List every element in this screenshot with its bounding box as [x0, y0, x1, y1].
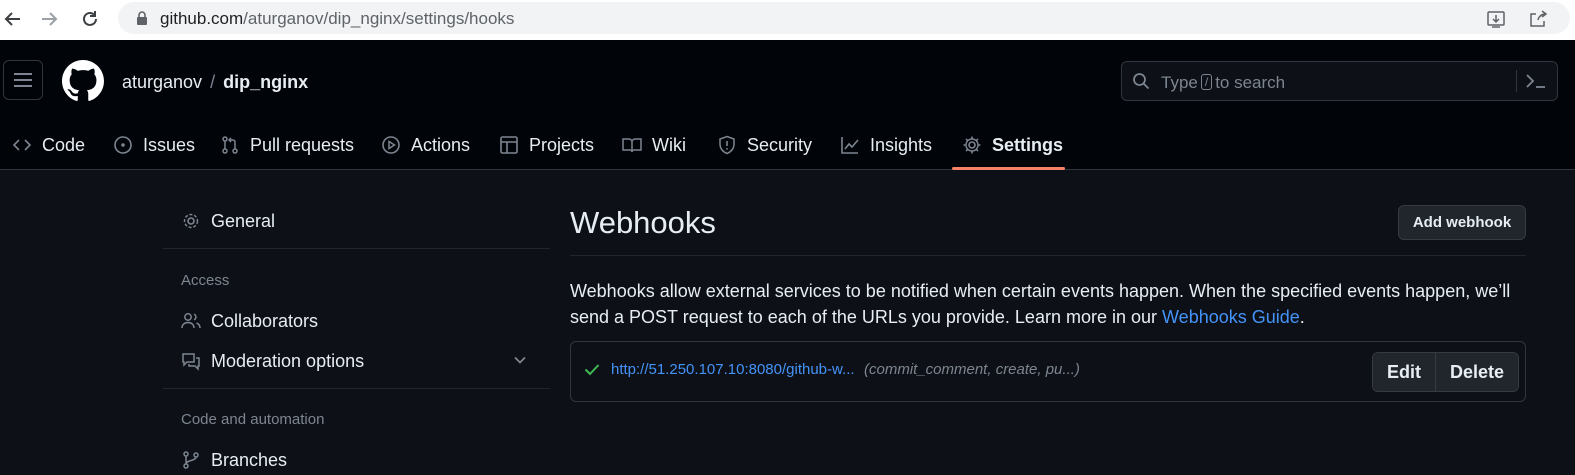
sidebar-divider [163, 388, 550, 389]
book-icon [622, 138, 642, 153]
tab-label: Projects [529, 134, 595, 155]
github-logo-icon[interactable] [62, 60, 104, 102]
tab-security[interactable]: Security [717, 120, 812, 170]
lock-icon [137, 11, 147, 25]
webhooks-description: Webhooks allow external services to be n… [570, 278, 1530, 330]
tab-actions[interactable]: Actions [381, 120, 470, 170]
repo-breadcrumb: aturganov / dip_nginx [122, 72, 308, 93]
tab-label: Code [42, 134, 86, 155]
tab-code[interactable]: Code [12, 120, 85, 170]
webhooks-guide-link[interactable]: Webhooks Guide [1162, 307, 1300, 327]
webhook-url-link[interactable]: http://51.250.107.10:8080/github-w... [611, 361, 855, 378]
github-header: aturganov / dip_nginx Type / to search Code … [0, 40, 1575, 170]
sidebar-item-moderation[interactable]: Moderation options [181, 349, 364, 373]
edit-button[interactable]: Edit [1373, 353, 1435, 391]
branch-icon [183, 451, 199, 469]
tab-label: Settings [992, 134, 1064, 155]
code-icon [12, 139, 32, 151]
sidebar-item-label: Collaborators [211, 310, 319, 331]
owner-link[interactable]: aturganov [122, 72, 202, 92]
shield-icon [719, 135, 735, 155]
tab-issues[interactable]: Issues [113, 120, 195, 170]
tab-label: Actions [411, 134, 471, 155]
webhook-actions: Edit Delete [1372, 352, 1520, 392]
sidebar-item-collaborators[interactable]: Collaborators [181, 309, 318, 333]
table-icon [500, 136, 518, 154]
sidebar-item-label: General [211, 210, 276, 231]
address-url[interactable]: github.com/aturganov/dip_nginx/settings/… [160, 9, 514, 29]
tab-label: Insights [870, 134, 933, 155]
tab-label: Wiki [652, 134, 686, 155]
issue-icon [114, 136, 132, 154]
back-arrow-icon[interactable] [0, 6, 26, 32]
sidebar-item-label: Moderation options [211, 350, 365, 371]
sidebar-item-general[interactable]: General [181, 209, 275, 233]
people-icon [181, 313, 201, 329]
gear-icon [963, 136, 981, 154]
forward-arrow-icon[interactable] [36, 6, 62, 32]
add-webhook-button[interactable]: Add webhook [1398, 205, 1526, 240]
sidebar-divider [163, 248, 550, 249]
comment-discussion-icon [182, 353, 200, 371]
gear-icon [183, 213, 199, 229]
hamburger-icon [14, 73, 32, 87]
sidebar-heading-access: Access [181, 272, 230, 289]
search-divider [1516, 70, 1517, 92]
search-suffix: to search [1215, 73, 1286, 92]
active-tab-underline [952, 167, 1065, 170]
search-shortcut-key: / [1200, 74, 1213, 90]
webhook-item: http://51.250.107.10:8080/github-w... (c… [570, 341, 1526, 402]
search-placeholder: Type / to search [1161, 73, 1285, 93]
play-icon [382, 136, 400, 154]
tab-pull-requests[interactable]: Pull requests [220, 120, 354, 170]
search-prefix: Type [1161, 73, 1198, 92]
graph-icon [841, 137, 859, 154]
command-palette-icon[interactable] [1525, 72, 1547, 90]
check-icon [584, 364, 600, 376]
browser-toolbar: github.com/aturganov/dip_nginx/settings/… [0, 0, 1575, 40]
tab-label: Pull requests [250, 134, 355, 155]
search-input[interactable]: Type / to search [1121, 61, 1558, 101]
repo-link[interactable]: dip_nginx [223, 72, 308, 92]
repo-navigation: Code Issues Pull requests Actions Projec… [0, 120, 1200, 170]
search-icon [1133, 73, 1150, 90]
description-text: Webhooks allow external services to be n… [570, 281, 1511, 327]
hamburger-menu-button[interactable] [3, 60, 43, 100]
url-host: github.com [160, 9, 244, 28]
tab-projects[interactable]: Projects [499, 120, 594, 170]
description-period: . [1299, 307, 1305, 327]
page-title: Webhooks [570, 205, 716, 240]
tab-label: Issues [143, 134, 196, 155]
delete-button[interactable]: Delete [1435, 353, 1519, 391]
tab-wiki[interactable]: Wiki [622, 120, 686, 170]
sidebar-heading-code-automation: Code and automation [181, 411, 325, 428]
breadcrumb-separator: / [210, 72, 216, 92]
title-divider [570, 255, 1526, 256]
url-path: /aturganov/dip_nginx/settings/hooks [243, 9, 515, 28]
reload-icon[interactable] [77, 6, 103, 32]
share-icon[interactable] [1528, 9, 1548, 29]
address-bar[interactable]: github.com/aturganov/dip_nginx/settings/… [118, 2, 1570, 34]
tab-settings[interactable]: Settings [962, 120, 1063, 170]
install-icon[interactable] [1486, 9, 1506, 29]
pull-request-icon [222, 136, 238, 154]
tab-insights[interactable]: Insights [840, 120, 932, 170]
sidebar-item-branches[interactable]: Branches [181, 448, 287, 472]
sidebar-item-label: Branches [211, 449, 288, 470]
tab-label: Security [747, 134, 813, 155]
chevron-down-icon[interactable] [511, 351, 529, 369]
webhook-events: (commit_comment, create, pu...) [864, 361, 1080, 378]
